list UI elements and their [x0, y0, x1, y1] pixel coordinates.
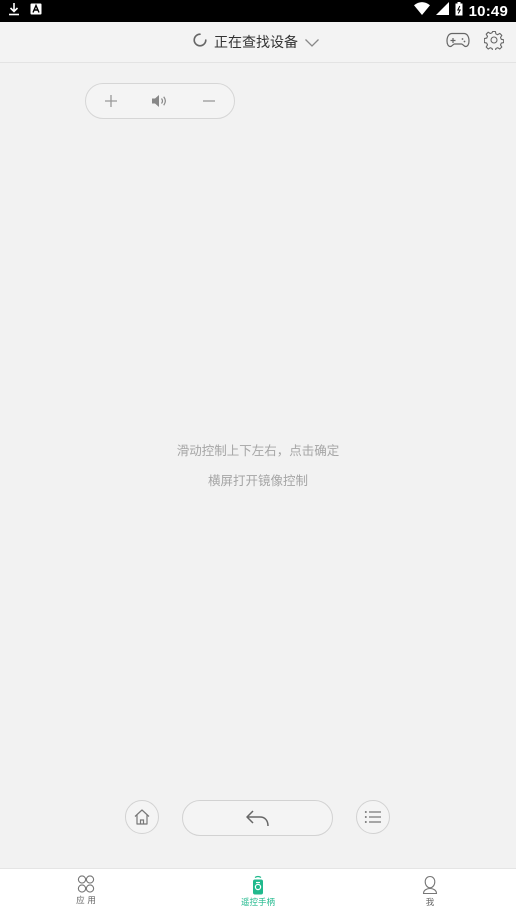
menu-button[interactable]: [356, 800, 390, 834]
user-icon: [422, 875, 438, 895]
device-status-title: 正在查找设备: [214, 35, 298, 51]
back-arrow-icon: [245, 810, 269, 827]
minus-icon: [203, 100, 215, 102]
chevron-down-icon: [304, 33, 320, 52]
nav-label-me: 我: [425, 898, 435, 908]
nav-label-remote: 遥控手柄: [240, 898, 275, 908]
status-bar: 10:49: [0, 0, 516, 22]
volume-up-button[interactable]: [98, 88, 124, 114]
menu-list-icon: [364, 811, 381, 823]
notification-a-icon: [30, 2, 42, 20]
loading-spinner-icon: [192, 32, 208, 52]
speaker-icon: [147, 88, 173, 114]
nav-label-apps: 应 用: [76, 896, 96, 906]
nav-item-remote[interactable]: 遥控手柄: [218, 875, 298, 908]
home-button[interactable]: [125, 800, 159, 834]
volume-down-button[interactable]: [196, 88, 222, 114]
volume-control: [85, 83, 235, 119]
apps-icon: [77, 875, 95, 893]
remote-icon: [253, 875, 263, 895]
header: 正在查找设备: [0, 22, 516, 63]
download-icon: [8, 2, 20, 21]
nav-item-me[interactable]: 我: [390, 875, 470, 908]
touch-hint-text: 滑动控制上下左右，点击确定: [176, 443, 340, 458]
bottom-nav: 应 用 遥控手柄 我: [0, 868, 516, 917]
status-time: 10:49: [468, 2, 508, 20]
plus-icon: [105, 95, 117, 107]
back-button[interactable]: [182, 800, 333, 836]
wifi-icon: [413, 2, 430, 20]
gamepad-icon[interactable]: [446, 31, 470, 53]
signal-icon: [435, 2, 449, 20]
gear-icon[interactable]: [483, 30, 505, 54]
home-icon: [134, 809, 150, 825]
nav-item-apps[interactable]: 应 用: [46, 875, 126, 906]
landscape-hint-text: 横屏打开镜像控制: [207, 473, 308, 488]
device-selector[interactable]: 正在查找设备: [192, 30, 320, 54]
battery-icon: [455, 1, 463, 21]
